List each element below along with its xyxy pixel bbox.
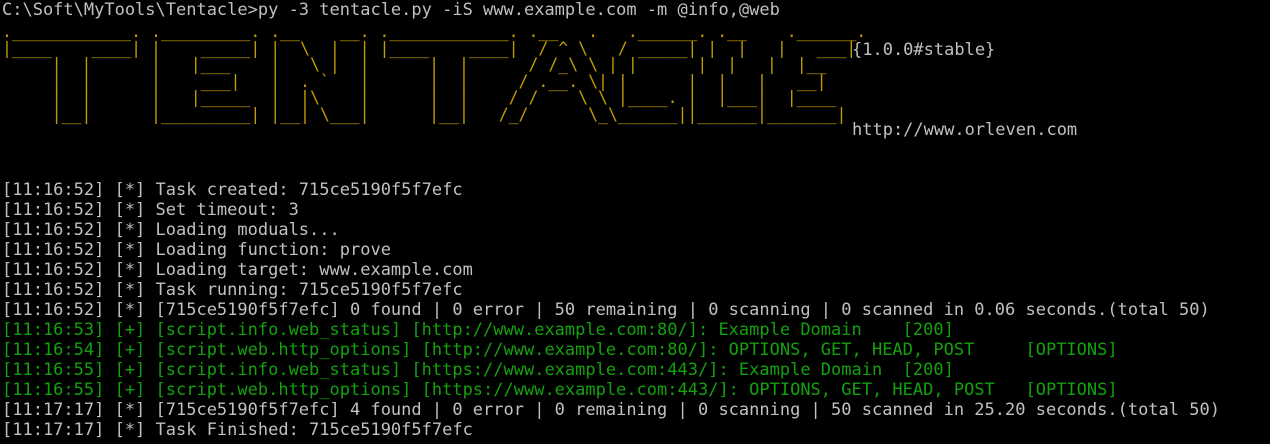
log-line: [11:16:52] [*] Task running: 715ce5190f5…: [2, 280, 463, 300]
log-line: [11:16:52] [*] [715ce5190f5f7efc] 0 foun…: [2, 300, 1210, 320]
log-line: [11:16:55] [+] [script.web.http_options]…: [2, 380, 1118, 400]
log-line: [11:17:17] [*] [715ce5190f5f7efc] 4 foun…: [2, 400, 1220, 420]
version-tag: {1.0.0#stable}: [852, 40, 996, 60]
log-line: [11:17:17] [*] Task Finished: 715ce5190f…: [2, 420, 473, 440]
site-url: http://www.orleven.com: [852, 120, 1078, 140]
log-line: [11:16:52] [*] Set timeout: 3: [2, 200, 299, 220]
log-line: [11:16:55] [+] [script.info.web_status] …: [2, 360, 954, 380]
console-window[interactable]: C:\Soft\MyTools\Tentacle>py -3 tentacle.…: [0, 0, 1270, 444]
tentacle-banner-art: .____________. ._________. .__ __. .____…: [2, 22, 867, 124]
log-line: [11:16:52] [*] Task created: 715ce5190f5…: [2, 180, 463, 200]
log-line: [11:16:53] [+] [script.info.web_status] …: [2, 320, 954, 340]
log-line: [11:16:54] [+] [script.web.http_options]…: [2, 340, 1118, 360]
command-line: C:\Soft\MyTools\Tentacle>py -3 tentacle.…: [2, 0, 780, 20]
log-line: [11:16:52] [*] Loading moduals...: [2, 220, 340, 240]
log-line: [11:16:52] [*] Loading function: prove: [2, 240, 391, 260]
log-line: [11:16:52] [*] Loading target: www.examp…: [2, 260, 473, 280]
